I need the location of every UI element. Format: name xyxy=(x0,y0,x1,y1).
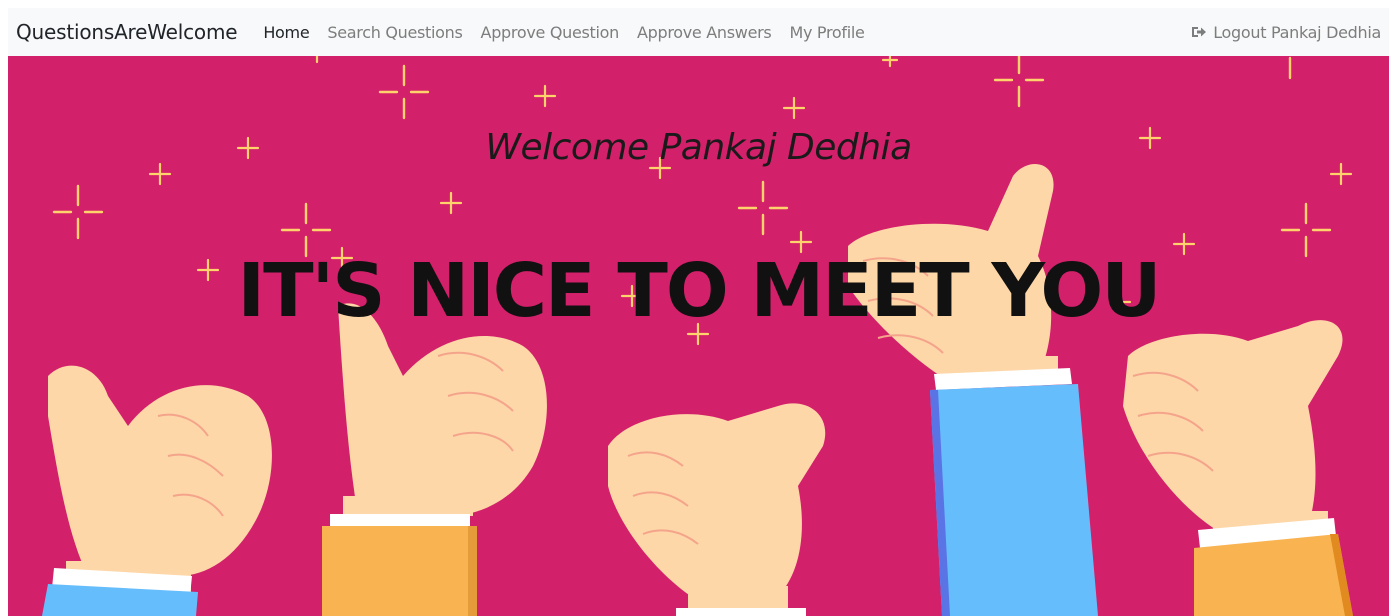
logout-icon xyxy=(1191,25,1207,39)
nav-link-home[interactable]: Home xyxy=(263,23,309,42)
nav-link-approve-answers[interactable]: Approve Answers xyxy=(637,23,772,42)
hero-headline: IT'S NICE TO MEET YOU xyxy=(237,248,1162,334)
navbar: QuestionsAreWelcome Home Search Question… xyxy=(8,8,1389,56)
nav-link-approve-question[interactable]: Approve Question xyxy=(481,23,620,42)
thumbs-up-hand-1 xyxy=(42,365,272,616)
logout-link[interactable]: Logout Pankaj Dedhia xyxy=(1191,23,1381,42)
welcome-message: Welcome Pankaj Dedhia xyxy=(485,127,912,168)
thumbs-up-hand-4 xyxy=(848,164,1098,616)
thumbs-up-hand-2 xyxy=(322,303,547,616)
nav-links: Home Search Questions Approve Question A… xyxy=(263,23,882,42)
thumbs-up-hand-3 xyxy=(608,403,826,616)
brand-logo[interactable]: QuestionsAreWelcome xyxy=(16,20,238,44)
logout-label: Logout Pankaj Dedhia xyxy=(1213,22,1381,42)
thumbs-up-hand-5 xyxy=(1123,320,1353,616)
nav-link-search-questions[interactable]: Search Questions xyxy=(327,23,462,42)
nav-link-my-profile[interactable]: My Profile xyxy=(789,23,864,42)
